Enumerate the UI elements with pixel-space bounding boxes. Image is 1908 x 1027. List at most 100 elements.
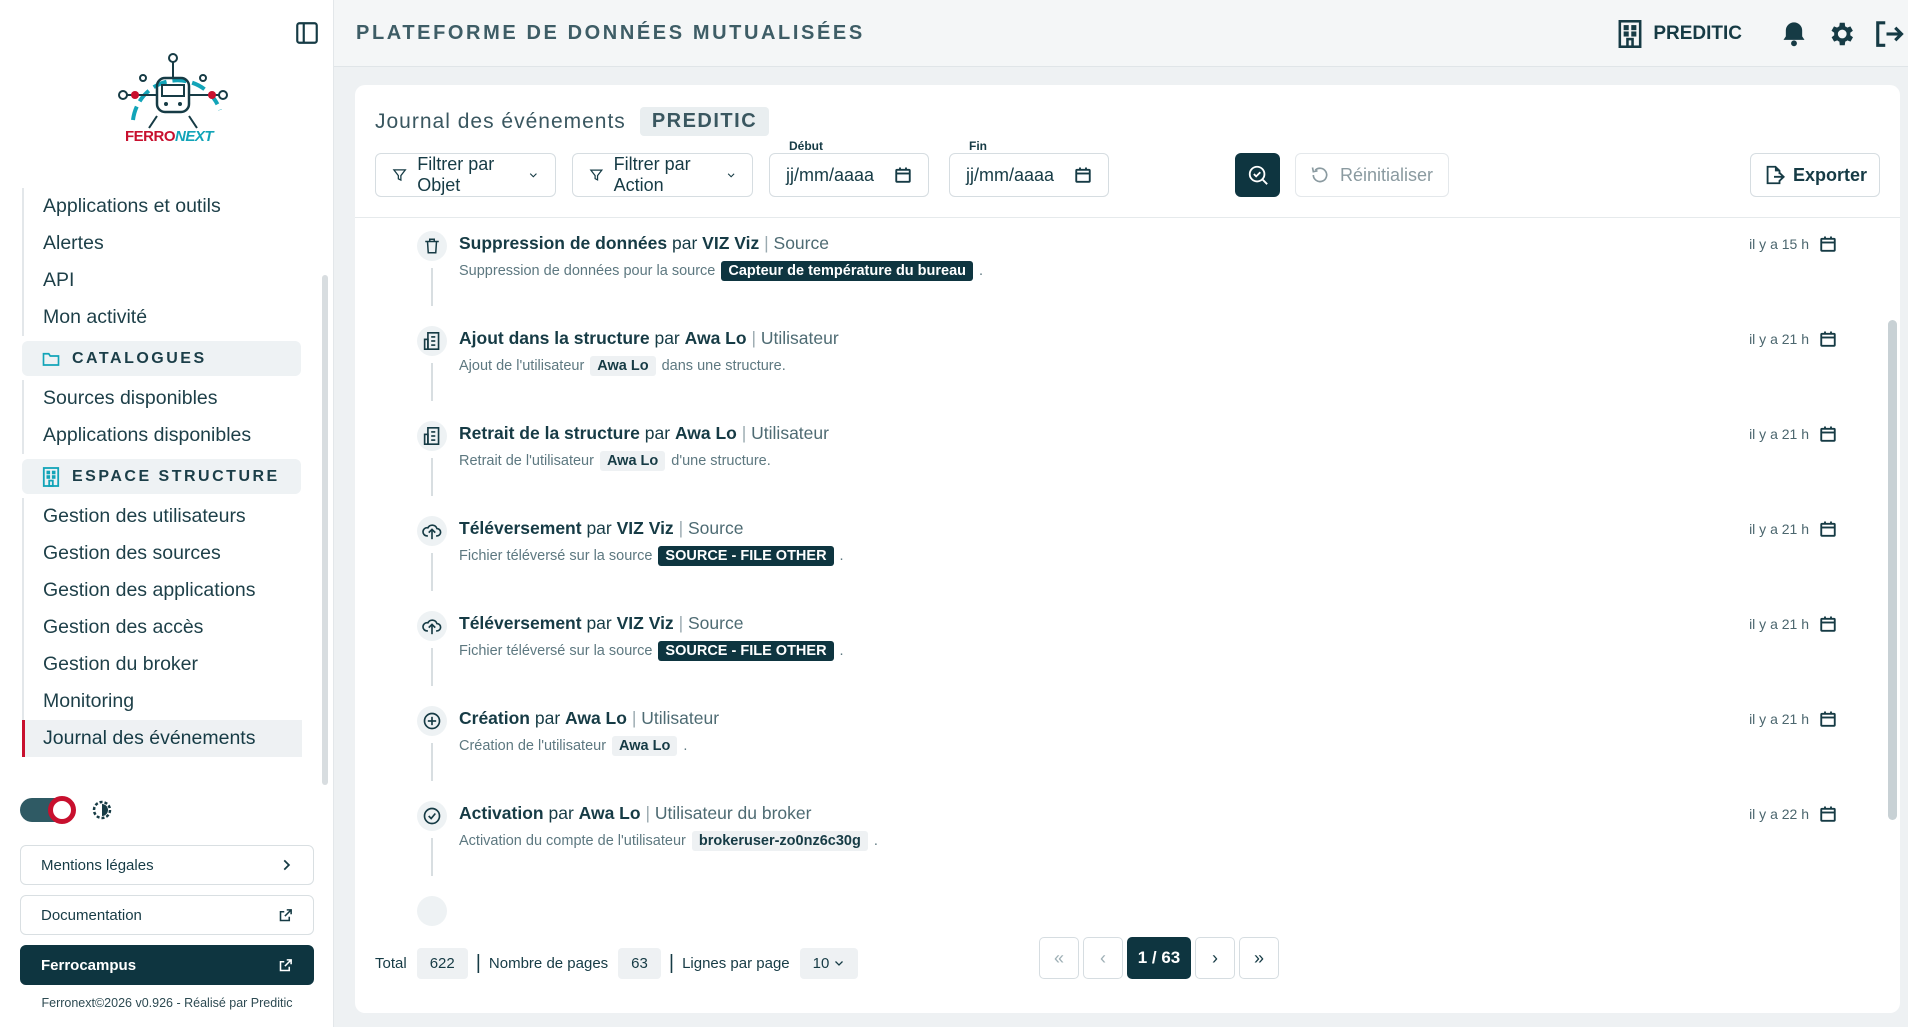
event-item[interactable]: Téléversement par VIZ Viz | Source Fichi… [417,503,1836,598]
event-item[interactable]: Ajout dans la structure par Awa Lo | Uti… [417,313,1836,408]
event-time-label: il y a 21 h [1749,426,1809,442]
filter-icon [589,169,604,181]
chevron-down-icon [727,173,735,178]
event-chip[interactable]: brokeruser-zo0nz6c30g [691,831,868,851]
legal-mentions-label: Mentions légales [41,856,154,874]
sidebar-item-gestion-sources[interactable]: Gestion des sources [24,535,302,572]
next-page-button[interactable]: › [1195,937,1235,979]
sidebar-item-gestion-broker[interactable]: Gestion du broker [24,646,302,683]
rows-value: 10 [812,954,830,972]
separator: | [668,951,675,974]
event-par: par [534,708,561,728]
filter-object-dropdown[interactable]: Filtrer par Objet [375,153,556,197]
export-label: Exporter [1792,164,1868,185]
event-desc-suffix: dans une structure. [661,358,786,374]
event-chip[interactable]: Awa Lo [590,356,656,376]
event-chip[interactable]: Awa Lo [612,736,678,756]
reset-icon [1311,167,1328,183]
filter-action-dropdown[interactable]: Filtrer par Action [572,153,753,197]
timeline-connector [431,458,433,496]
calendar-icon[interactable] [1074,166,1092,184]
rows-per-page-select[interactable]: 10 [799,947,859,979]
sidebar-item-applications-outils[interactable]: Applications et outils [24,188,302,225]
sidebar-item-applications-disponibles[interactable]: Applications disponibles [24,417,302,454]
reset-label: Réinitialiser [1340,164,1434,185]
rows-label: Lignes par page [682,954,790,972]
last-page-button[interactable]: » [1239,937,1279,979]
sidebar-item-sources-disponibles[interactable]: Sources disponibles [24,380,302,417]
calendar-icon[interactable] [1819,615,1837,633]
search-button[interactable] [1235,153,1280,197]
calendar-icon[interactable] [1819,425,1837,443]
sidebar-item-gestion-applications[interactable]: Gestion des applications [24,572,302,609]
separator: | [475,951,481,974]
section-catalogues-title: CATALOGUES [72,349,207,367]
organization-selector[interactable]: PREDITIC [1617,20,1742,48]
search-icon [1248,165,1268,185]
calendar-icon[interactable] [1819,710,1837,728]
events-scrollbar[interactable] [1888,320,1897,820]
export-button[interactable]: Exporter [1750,153,1880,197]
sidebar-item-gestion-utilisateurs[interactable]: Gestion des utilisateurs [24,498,302,535]
event-time-label: il y a 21 h [1749,331,1809,347]
chevron-down-icon [835,961,844,966]
first-page-button[interactable]: « [1039,937,1079,979]
event-chip[interactable]: SOURCE - FILE OTHER [658,641,834,661]
event-chip[interactable]: SOURCE - FILE OTHER [658,546,834,566]
sidebar-toggle-icon[interactable] [294,20,320,46]
end-date-placeholder: jj/mm/aaaa [966,164,1055,185]
ferrocampus-button[interactable]: Ferrocampus [20,945,314,985]
start-date-input[interactable]: jj/mm/aaaa [769,153,929,197]
event-chip[interactable]: Awa Lo [599,451,666,471]
event-type: Source [687,518,744,538]
event-actor: Awa Lo [674,423,737,443]
event-actor: Awa Lo [684,328,747,348]
calendar-icon[interactable] [894,166,912,184]
sidebar-item-gestion-acces[interactable]: Gestion des accès [24,609,302,646]
section-espace-structure[interactable]: ESPACE STRUCTURE [22,459,301,494]
end-date-input[interactable]: jj/mm/aaaa [949,153,1109,197]
event-item[interactable]: Téléversement par VIZ Viz | Source Fichi… [417,598,1836,693]
logout-icon[interactable] [1874,19,1904,49]
ferrocampus-label: Ferrocampus [41,956,137,974]
event-desc-text: Fichier téléversé sur la source [459,548,653,564]
theme-toggle[interactable] [20,796,76,824]
legal-mentions-button[interactable]: Mentions légales [20,845,314,885]
reset-button[interactable]: Réinitialiser [1295,153,1449,197]
event-par: par [586,518,612,538]
sidebar-item-mon-activite[interactable]: Mon activité [24,299,302,336]
cloud-upload-icon [417,516,447,546]
timeline-connector [431,743,433,781]
event-item[interactable]: Création par Awa Lo | Utilisateur Créati… [417,693,1836,788]
section-catalogues[interactable]: CATALOGUES [22,341,301,376]
bell-icon[interactable] [1780,19,1808,49]
sidebar-footer-note: Ferronext©2026 v0.926 - Réalisé par Pred… [41,996,293,1010]
documentation-button[interactable]: Documentation [20,895,314,935]
calendar-icon[interactable] [1819,330,1837,348]
logo-wordmark: FERRONEXT [125,128,214,145]
sidebar-item-monitoring[interactable]: Monitoring [24,683,302,720]
event-title: Activation par Awa Lo | Utilisateur du b… [459,803,812,823]
event-item[interactable]: Retrait de la structure par Awa Lo | Uti… [417,408,1836,503]
app-title: PLATEFORME DE DONNÉES MUTUALISÉES [356,22,865,44]
event-time: il y a 21 h [1749,330,1837,348]
gear-icon[interactable] [1826,19,1856,49]
event-item[interactable]: Suppression de données par VIZ Viz | Sou… [417,218,1836,313]
event-action: Retrait de la structure [459,423,640,443]
sidebar-item-alertes[interactable]: Alertes [24,225,302,262]
timeline-connector [431,268,433,306]
event-time: il y a 21 h [1749,615,1837,633]
sidebar-item-journal-evenements[interactable]: Journal des événements [22,720,302,757]
prev-page-button[interactable]: ‹ [1083,937,1123,979]
event-item[interactable]: Activation par Awa Lo | Utilisateur du b… [417,788,1836,883]
calendar-icon[interactable] [1819,805,1837,823]
sidebar-item-api[interactable]: API [24,262,302,299]
event-chip[interactable]: Capteur de température du bureau [721,261,974,281]
calendar-icon[interactable] [1819,235,1837,253]
ferronext-logo[interactable]: FERRONEXT [115,50,240,160]
plus-circle-icon [417,706,447,736]
calendar-icon[interactable] [1819,520,1837,538]
topbar-actions: PREDITIC [1617,14,1908,54]
sidebar-scrollbar[interactable] [322,275,328,785]
cloud-upload-icon [417,611,447,641]
